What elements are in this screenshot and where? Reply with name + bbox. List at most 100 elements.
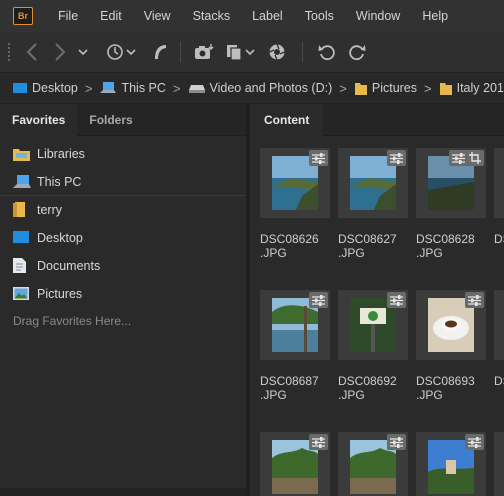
thumbnail-frame[interactable] xyxy=(494,290,504,360)
back-arrow-icon xyxy=(26,43,37,61)
edit-badge[interactable] xyxy=(465,434,484,450)
boomerang-button[interactable] xyxy=(150,40,170,64)
favorite-libraries[interactable]: Libraries xyxy=(0,140,246,168)
left-panel-footer xyxy=(0,488,246,496)
menu-label[interactable]: Label xyxy=(241,0,294,32)
sliders-icon xyxy=(390,436,403,448)
menu-edit[interactable]: Edit xyxy=(89,0,133,32)
favorite-label: terry xyxy=(37,202,62,217)
crumb-separator-icon[interactable]: > xyxy=(173,81,181,96)
thumbnail-item[interactable]: DSC08626 .JPG xyxy=(260,148,330,260)
thumbnail-item[interactable]: DSC08687 .JPG xyxy=(260,290,330,402)
favorite-this-pc[interactable]: This PC xyxy=(0,168,246,196)
favorite-label: Documents xyxy=(37,258,101,273)
pc-icon xyxy=(13,174,31,189)
thumbnail-item[interactable] xyxy=(338,432,408,496)
thumbnail-frame[interactable] xyxy=(338,290,408,360)
pictures-icon xyxy=(13,287,31,300)
thumbnail-frame[interactable] xyxy=(494,148,504,218)
crumb-pictures[interactable]: Pictures xyxy=(354,81,418,95)
get-photos-button[interactable] xyxy=(192,40,216,64)
thumbnail-frame[interactable] xyxy=(416,148,486,218)
sliders-icon xyxy=(390,294,403,306)
pc-icon xyxy=(100,82,117,94)
camera-download-icon xyxy=(195,44,214,59)
menu-stacks[interactable]: Stacks xyxy=(182,0,242,32)
thumbnail-frame[interactable] xyxy=(416,290,486,360)
edit-badge[interactable] xyxy=(465,292,484,308)
favorite-desktop[interactable]: Desktop xyxy=(0,224,246,252)
thumbnail-filename: DSC08626 .JPG xyxy=(260,232,319,260)
menu-view[interactable]: View xyxy=(133,0,182,32)
favorite-terry[interactable]: terry xyxy=(0,196,246,224)
thumbnail-item[interactable] xyxy=(494,432,504,496)
thumbnail-filename: DSC08628 .JPG xyxy=(416,232,475,260)
recent-button[interactable] xyxy=(105,40,139,64)
thumbnail-filename: DSC08692 .JPG xyxy=(338,374,397,402)
sliders-icon xyxy=(390,152,403,164)
rotate-right-icon xyxy=(349,45,366,61)
crumb-italy-2019[interactable]: Italy 2019 xyxy=(439,81,504,95)
favorite-label: This PC xyxy=(37,174,82,189)
edit-badge[interactable] xyxy=(387,434,406,450)
tab-folders[interactable]: Folders xyxy=(77,104,144,136)
crumb-separator-icon[interactable]: > xyxy=(424,81,432,96)
menu-window[interactable]: Window xyxy=(345,0,411,32)
crumb-drive[interactable]: Video and Photos (D:) xyxy=(188,81,332,95)
edit-badge[interactable] xyxy=(387,150,406,166)
refine-button[interactable] xyxy=(266,40,288,64)
edit-badge[interactable] xyxy=(309,292,328,308)
crumb-label: Pictures xyxy=(371,81,418,95)
thumbnail-item[interactable] xyxy=(260,432,330,496)
thumbnail-filename: DSC08693 .JPG xyxy=(416,374,475,402)
edit-badge[interactable] xyxy=(387,292,406,308)
sliders-icon xyxy=(312,152,325,164)
sliders-icon xyxy=(312,436,325,448)
desktop-icon xyxy=(13,231,31,244)
crumb-separator-icon[interactable]: > xyxy=(85,81,93,96)
edit-badge[interactable] xyxy=(309,150,328,166)
thumbnail-frame[interactable] xyxy=(338,148,408,218)
thumbnail-item[interactable]: DSC08627 .JPG xyxy=(338,148,408,260)
menu-file[interactable]: File xyxy=(47,0,89,32)
boomerang-icon xyxy=(155,45,166,59)
tab-content[interactable]: Content xyxy=(250,104,324,136)
thumbnail-frame[interactable] xyxy=(260,432,330,496)
thumbnail-item[interactable]: DS xyxy=(494,148,504,246)
edit-badge[interactable] xyxy=(309,434,328,450)
thumbnail-frame[interactable] xyxy=(494,432,504,496)
folder-icon xyxy=(439,82,452,95)
thumbnail-item[interactable]: DSC08628 .JPG xyxy=(416,148,486,260)
edit-badge[interactable] xyxy=(449,150,484,166)
rotate-left-button[interactable] xyxy=(316,40,338,64)
toolbar-grip[interactable] xyxy=(7,42,11,62)
thumbnail-item[interactable]: DSC08693 .JPG xyxy=(416,290,486,402)
thumbnail-frame[interactable] xyxy=(260,290,330,360)
favorites-list: Libraries This PC terry Desktop Document… xyxy=(0,136,246,334)
bridge-logo-icon[interactable]: Br xyxy=(13,7,33,25)
copy-button[interactable] xyxy=(224,40,258,64)
thumbnail-item[interactable]: DSC08692 .JPG xyxy=(338,290,408,402)
favorite-label: Pictures xyxy=(37,286,83,301)
crumb-desktop[interactable]: Desktop xyxy=(13,81,78,95)
forward-button[interactable] xyxy=(50,40,70,64)
menu-tools[interactable]: Tools xyxy=(294,0,345,32)
crumb-this-pc[interactable]: This PC xyxy=(100,81,166,95)
sliders-icon xyxy=(452,152,465,164)
back-button[interactable] xyxy=(22,40,42,64)
rotate-right-button[interactable] xyxy=(346,40,368,64)
path-bar: Desktop > This PC > Video and Photos (D:… xyxy=(0,72,504,104)
thumbnail-frame[interactable] xyxy=(260,148,330,218)
menu-help[interactable]: Help xyxy=(411,0,459,32)
libraries-icon xyxy=(13,147,31,161)
tab-favorites[interactable]: Favorites xyxy=(0,104,78,136)
favorite-pictures[interactable]: Pictures xyxy=(0,280,246,308)
favorite-documents[interactable]: Documents xyxy=(0,252,246,280)
history-dropdown[interactable] xyxy=(76,40,90,64)
thumbnail-filename: DSC08627 .JPG xyxy=(338,232,397,260)
thumbnail-item[interactable]: DS xyxy=(494,290,504,388)
crumb-separator-icon[interactable]: > xyxy=(339,81,347,96)
thumbnail-frame[interactable] xyxy=(338,432,408,496)
thumbnail-frame[interactable] xyxy=(416,432,486,496)
thumbnail-item[interactable] xyxy=(416,432,486,496)
